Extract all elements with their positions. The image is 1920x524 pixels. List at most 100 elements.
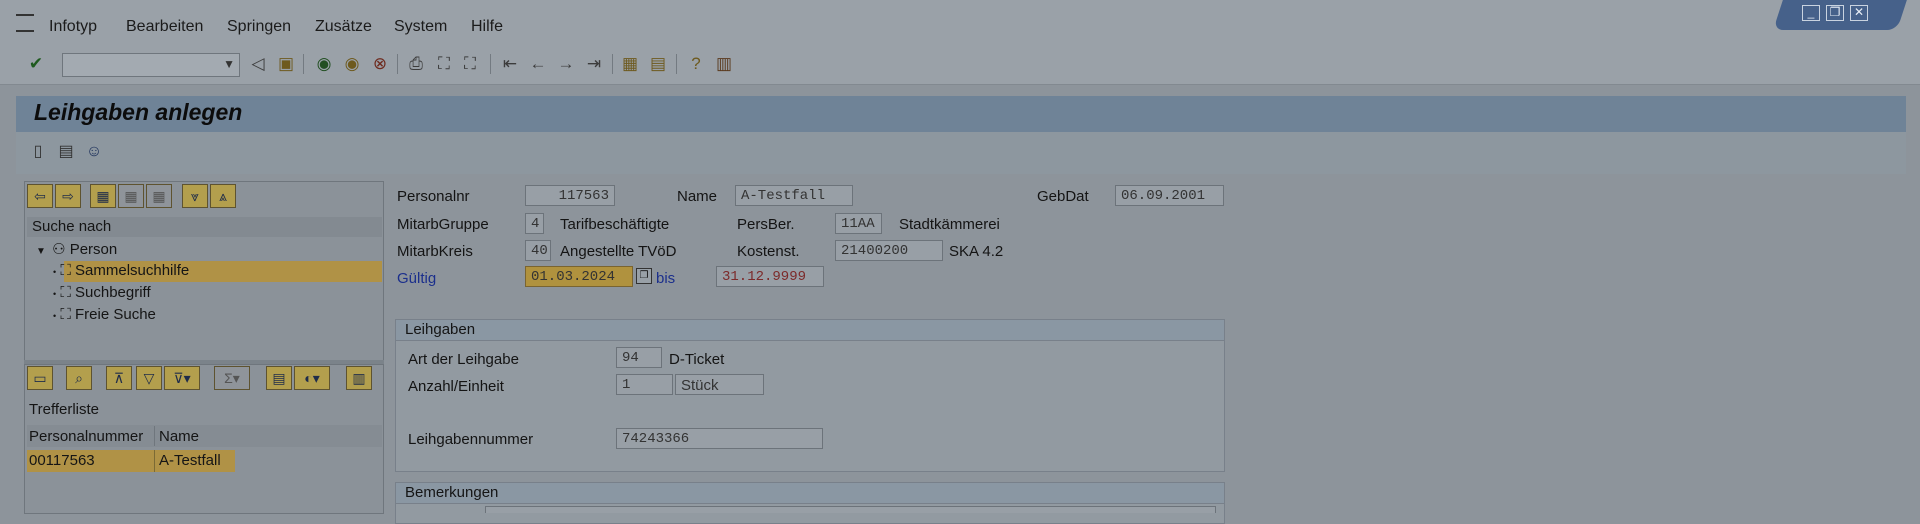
- tree-item-label: Freie Suche: [75, 306, 156, 323]
- new-session-icon[interactable]: ▦: [620, 54, 640, 74]
- close-icon[interactable]: ✕: [1850, 5, 1868, 21]
- first-page-icon[interactable]: ⇤: [500, 54, 520, 74]
- label-bis: bis: [656, 270, 676, 287]
- label-art-der-leihgabe: Art der Leihgabe: [408, 351, 519, 368]
- check-icon[interactable]: ✔: [26, 54, 46, 74]
- label-leihgabennummer: Leihgabennummer: [408, 431, 534, 448]
- menu-springen[interactable]: Springen: [227, 18, 291, 36]
- last-page-icon[interactable]: ⇥: [584, 54, 604, 74]
- column-divider: [154, 426, 155, 446]
- page-title: Leihgaben anlegen: [34, 99, 243, 125]
- binoculars-icon: ⛶: [60, 284, 71, 301]
- binoculars-icon: ⛶: [60, 262, 71, 279]
- export-icon[interactable]: ◐▾: [294, 366, 330, 390]
- field-gueltig-from[interactable]: 01.03.2024: [525, 266, 633, 287]
- person-icon[interactable]: ☺: [84, 142, 104, 162]
- shortcut-icon[interactable]: ▤: [648, 54, 668, 74]
- chevron-down-icon[interactable]: ▼: [223, 57, 235, 71]
- column-divider: [154, 450, 155, 472]
- toolbar-separator: [397, 54, 398, 74]
- group-title-bemerkungen: Bemerkungen: [396, 483, 1224, 504]
- print-preview-icon[interactable]: ▤: [266, 366, 292, 390]
- details-icon[interactable]: ▭: [27, 366, 53, 390]
- tree-item-sammelsuchhilfe[interactable]: • ⛶ Sammelsuchhilfe: [53, 262, 189, 279]
- restore-icon[interactable]: ❐: [1826, 5, 1844, 21]
- cell-personalnummer[interactable]: 00117563: [29, 452, 95, 469]
- application-toolbar: [16, 132, 1906, 174]
- field-personalnr: 117563: [525, 185, 615, 206]
- tree-disabled-icon: ▦: [146, 184, 172, 208]
- sap-menu-icon[interactable]: [16, 14, 34, 32]
- menu-zusaetze[interactable]: Zusätze: [315, 18, 372, 36]
- text-mitarbkreis: Angestellte TVöD: [560, 243, 677, 260]
- search-header: Suche nach: [27, 217, 382, 237]
- tree-item-freie-suche[interactable]: • ⛶ Freie Suche: [53, 306, 156, 323]
- binoculars-icon: ⛶: [60, 306, 71, 323]
- label-anzahl-einheit: Anzahl/Einheit: [408, 378, 504, 395]
- field-persber: 11AA: [835, 213, 882, 234]
- label-mitarbkreis: MitarbKreis: [397, 243, 473, 260]
- layout-icon[interactable]: ▥: [714, 54, 734, 74]
- collapse-all-icon[interactable]: ⩓: [210, 184, 236, 208]
- toolbar-separator: [303, 54, 304, 74]
- prev-page-icon[interactable]: ←: [528, 54, 548, 74]
- filter-menu-icon[interactable]: ⊽▾: [164, 366, 200, 390]
- triangle-down-icon[interactable]: ▼: [36, 246, 46, 257]
- arrow-right-icon[interactable]: ⇨: [55, 184, 81, 208]
- save-icon[interactable]: ▣: [276, 54, 296, 74]
- people-icon: ⚇: [52, 241, 66, 258]
- minimize-icon[interactable]: _: [1802, 5, 1820, 21]
- cancel-icon[interactable]: ⊗: [370, 54, 390, 74]
- group-leihgaben: Leihgaben: [395, 319, 1225, 472]
- tree-item-suchbegriff[interactable]: • ⛶ Suchbegriff: [53, 284, 151, 301]
- menu-hilfe[interactable]: Hilfe: [471, 18, 503, 36]
- menu-system[interactable]: System: [394, 18, 447, 36]
- exit-icon[interactable]: ◉: [342, 54, 362, 74]
- field-kostenst: 21400200: [835, 240, 943, 261]
- field-name: A-Testfall: [735, 185, 853, 206]
- tree-action-icon[interactable]: ▦: [90, 184, 116, 208]
- field-mitarbgruppe: 4: [525, 213, 544, 234]
- calendar-icon[interactable]: ❐: [636, 268, 652, 284]
- field-leihgabennummer[interactable]: 74243366: [616, 428, 823, 449]
- filter-icon[interactable]: ▽: [136, 366, 162, 390]
- find-icon[interactable]: ⌕: [66, 366, 92, 390]
- field-anzahl[interactable]: 1: [616, 374, 673, 395]
- sort-ascending-icon[interactable]: ⊼: [106, 366, 132, 390]
- menu-bearbeiten[interactable]: Bearbeiten: [126, 18, 203, 36]
- label-gueltig: Gültig: [397, 270, 437, 287]
- menu-infotyp[interactable]: Infotyp: [49, 18, 97, 36]
- tree-node-label: Person: [69, 241, 118, 258]
- cell-name[interactable]: A-Testfall: [159, 452, 221, 469]
- tree-disabled-icon: ▦: [118, 184, 144, 208]
- column-header-personalnummer[interactable]: Personalnummer: [29, 428, 143, 445]
- field-art-der-leihgabe[interactable]: 94: [616, 347, 662, 368]
- label-name: Name: [677, 188, 718, 205]
- column-header-name[interactable]: Name: [159, 428, 199, 445]
- group-bemerkungen: Bemerkungen: [395, 482, 1225, 524]
- document-icon[interactable]: ▯: [28, 142, 48, 162]
- field-gueltig-to[interactable]: 31.12.9999: [716, 266, 824, 287]
- tree-item-label: Suchbegriff: [75, 284, 151, 301]
- back-icon[interactable]: ◁: [248, 54, 268, 74]
- tree-item-label: Sammelsuchhilfe: [75, 262, 190, 279]
- help-icon[interactable]: ?: [686, 54, 706, 74]
- expand-all-icon[interactable]: ⩔: [182, 184, 208, 208]
- green-arrow-icon[interactable]: ◉: [314, 54, 334, 74]
- arrow-left-icon[interactable]: ⇦: [27, 184, 53, 208]
- label-personalnr: Personalnr: [397, 188, 470, 205]
- tree-node-person[interactable]: ▼ ⚇ Person: [36, 240, 117, 258]
- toolbar-separator: [490, 54, 491, 74]
- find-next-icon[interactable]: ⛶: [460, 54, 480, 74]
- label-kostenst: Kostenst.: [737, 243, 800, 260]
- print-icon[interactable]: ⎙: [406, 54, 426, 74]
- title-bar: [16, 96, 1906, 132]
- text-kostenst: SKA 4.2: [949, 243, 1004, 260]
- field-einheit[interactable]: Stück: [675, 374, 764, 395]
- document-list-icon[interactable]: ▤: [56, 142, 76, 162]
- next-page-icon[interactable]: →: [556, 54, 576, 74]
- layout-icon[interactable]: ▥: [346, 366, 372, 390]
- label-mitarbgruppe: MitarbGruppe: [397, 216, 489, 233]
- command-field[interactable]: ▼: [62, 53, 240, 77]
- find-icon[interactable]: ⛶: [434, 54, 454, 74]
